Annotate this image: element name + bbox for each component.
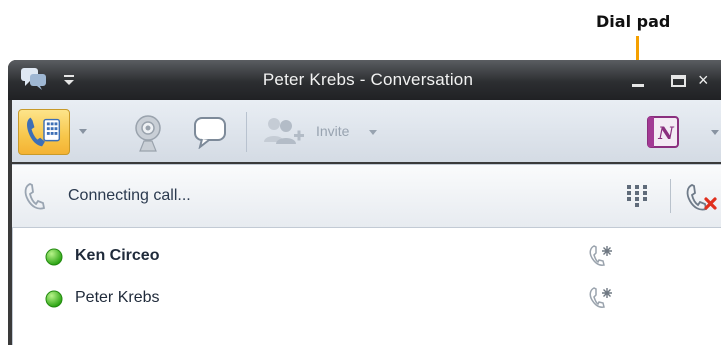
participant-name: Peter Krebs [75, 289, 160, 306]
conversation-window: Peter Krebs - Conversation × Invite N Co… [8, 60, 721, 345]
window-title: Peter Krebs - Conversation [262, 70, 474, 89]
invite-chevron-down-icon [369, 130, 377, 135]
onenote-icon[interactable]: N [644, 114, 684, 150]
participant-list: Ken Circeo Peter Krebs [12, 228, 721, 345]
dial-pad-icon[interactable] [624, 183, 650, 209]
close-icon[interactable]: × [698, 68, 721, 92]
invite-people-icon [264, 118, 304, 144]
call-status-text: Connecting call... [68, 187, 191, 204]
minimize-icon[interactable] [624, 71, 652, 91]
hang-up-icon[interactable] [684, 181, 718, 213]
participant-row[interactable]: Peter Krebs [13, 278, 721, 318]
maximize-icon[interactable] [664, 71, 692, 91]
onenote-chevron-down-icon[interactable] [710, 128, 720, 136]
phone-dialpad-icon [27, 117, 61, 147]
participant-audio-icon[interactable] [587, 242, 617, 270]
participant-audio-icon[interactable] [587, 284, 617, 312]
participant-row[interactable]: Ken Circeo [13, 236, 721, 276]
participant-name: Ken Circeo [75, 247, 160, 264]
presence-available-icon [45, 290, 63, 308]
call-options-chevron-down-icon[interactable] [78, 127, 88, 135]
instant-message-icon[interactable] [192, 115, 228, 149]
webcam-video-icon[interactable] [130, 113, 166, 153]
quick-access-dropdown-icon[interactable] [62, 74, 76, 86]
presence-available-icon [45, 248, 63, 266]
svg-text:N: N [657, 124, 675, 144]
invite-button[interactable]: Invite [258, 112, 402, 150]
call-button[interactable] [18, 109, 70, 155]
conversation-app-icon[interactable] [20, 66, 48, 92]
toolbar-divider [246, 112, 247, 152]
call-status-bar: Connecting call... [12, 164, 721, 228]
phone-handset-icon [24, 183, 46, 210]
title-bar[interactable]: Peter Krebs - Conversation × [8, 60, 721, 100]
invite-label: Invite [316, 123, 350, 139]
dial-pad-callout-label: Dial pad [596, 12, 671, 31]
call-bar-divider [670, 179, 671, 213]
conversation-toolbar: Invite N [12, 100, 721, 162]
